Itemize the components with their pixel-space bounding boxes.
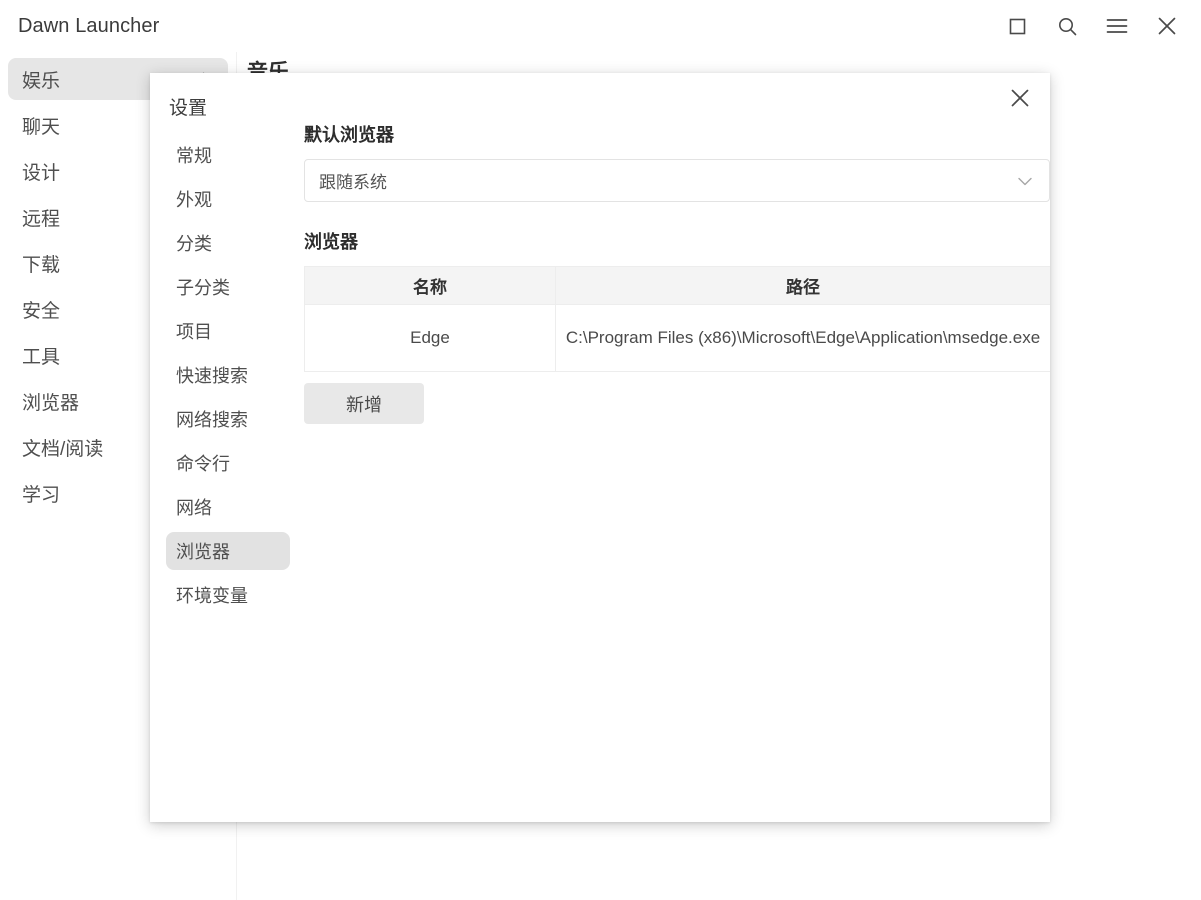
- settings-nav-item-label: 网络搜索: [176, 410, 248, 430]
- settings-nav-item-8[interactable]: 网络: [166, 488, 290, 526]
- sidebar-item-label: 学习: [22, 484, 61, 506]
- settings-nav-item-10[interactable]: 环境变量: [166, 576, 290, 614]
- browsers-table-body: Edge C:\Program Files (x86)\Microsoft\Edg…: [304, 304, 1050, 372]
- settings-nav-item-7[interactable]: 命令行: [166, 444, 290, 482]
- title-bar: Dawn Launcher: [0, 0, 1201, 52]
- column-header-name: 名称: [304, 266, 556, 305]
- settings-nav-item-6[interactable]: 网络搜索: [166, 400, 290, 438]
- sidebar-item-label: 浏览器: [22, 392, 80, 414]
- sidebar-item-label: 聊天: [22, 116, 61, 138]
- cell-browser-path: C:\Program Files (x86)\Microsoft\Edge\Ap…: [555, 304, 1050, 372]
- window-controls: [995, 6, 1201, 46]
- settings-dialog-title: 设置: [169, 98, 208, 119]
- maximize-button[interactable]: [995, 6, 1039, 46]
- settings-nav-item-label: 子分类: [176, 278, 230, 298]
- maximize-icon: [1008, 17, 1027, 36]
- app-window: Dawn Launcher 娱乐 聊天 设计 远程 下载 安全 工具 浏览器 文…: [0, 0, 1201, 900]
- default-browser-select[interactable]: 跟随系统: [304, 159, 1050, 202]
- menu-button[interactable]: [1095, 6, 1139, 46]
- default-browser-selected-value: 跟随系统: [319, 173, 387, 192]
- default-browser-heading: 默认浏览器: [304, 125, 394, 145]
- browsers-table: 名称 路径 Edge C:\Program Files (x86)\Microso…: [304, 266, 1050, 372]
- settings-nav-list: 常规外观分类子分类项目快速搜索网络搜索命令行网络浏览器环境变量: [150, 136, 302, 614]
- settings-nav-item-label: 环境变量: [176, 586, 248, 606]
- close-icon: [1010, 88, 1030, 113]
- sidebar-item-label: 文档/阅读: [22, 438, 104, 460]
- settings-nav-item-9[interactable]: 浏览器: [166, 532, 290, 570]
- hamburger-menu-icon: [1106, 17, 1128, 35]
- close-button[interactable]: [1145, 6, 1189, 46]
- settings-nav-item-label: 网络: [176, 498, 212, 518]
- column-header-path: 路径: [555, 266, 1050, 305]
- settings-nav-item-label: 项目: [176, 322, 212, 342]
- sidebar-item-label: 安全: [22, 300, 61, 322]
- settings-nav-item-1[interactable]: 外观: [166, 180, 290, 218]
- settings-dialog: 设置 常规 外观 分类 子分类 项目 快速搜索 网络搜索 命令行 网络 浏览器 环境变量 默认浏览器…: [150, 73, 1050, 822]
- table-row[interactable]: Edge C:\Program Files (x86)\Microsoft\Edg…: [304, 304, 1050, 372]
- chevron-down-icon: [1015, 171, 1035, 191]
- settings-panel-browser: 默认浏览器 跟随系统 浏览器 名称 路径 Edge C:\Program File…: [302, 73, 1050, 822]
- settings-nav-item-label: 分类: [176, 234, 212, 254]
- browsers-heading: 浏览器: [304, 232, 358, 252]
- settings-nav-item-label: 命令行: [176, 454, 230, 474]
- settings-nav-item-3[interactable]: 子分类: [166, 268, 290, 306]
- table-header-row: 名称 路径: [304, 266, 1050, 305]
- settings-nav-item-label: 常规: [176, 146, 212, 166]
- settings-nav-item-label: 浏览器: [176, 542, 230, 562]
- settings-nav-item-label: 快速搜索: [176, 366, 248, 386]
- sidebar-item-label: 工具: [22, 346, 61, 368]
- add-browser-button[interactable]: 新增: [304, 383, 424, 424]
- settings-nav-item-2[interactable]: 分类: [166, 224, 290, 262]
- close-icon: [1157, 16, 1177, 36]
- sidebar-item-label: 娱乐: [22, 70, 61, 92]
- search-button[interactable]: [1045, 6, 1089, 46]
- search-icon: [1057, 16, 1078, 37]
- settings-nav-item-label: 外观: [176, 190, 212, 210]
- app-title: Dawn Launcher: [18, 14, 160, 37]
- sidebar-item-label: 远程: [22, 208, 61, 230]
- settings-nav-item-4[interactable]: 项目: [166, 312, 290, 350]
- settings-nav-item-5[interactable]: 快速搜索: [166, 356, 290, 394]
- sidebar-item-label: 下载: [22, 254, 61, 276]
- cell-browser-name: Edge: [304, 304, 556, 372]
- settings-nav: 设置 常规外观分类子分类项目快速搜索网络搜索命令行网络浏览器环境变量: [150, 73, 302, 822]
- dialog-close-button[interactable]: [998, 79, 1042, 121]
- sidebar-item-label: 设计: [22, 162, 61, 184]
- settings-nav-item-0[interactable]: 常规: [166, 136, 290, 174]
